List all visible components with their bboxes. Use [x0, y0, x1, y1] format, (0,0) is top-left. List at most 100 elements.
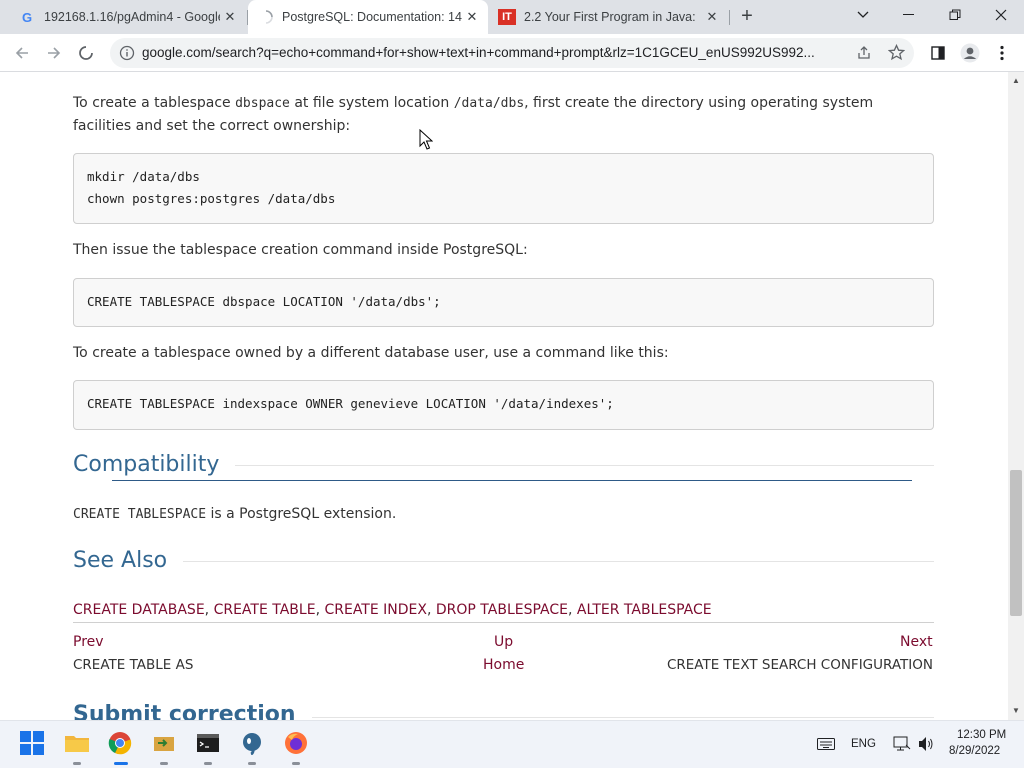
scrollbar-thumb[interactable] [1010, 470, 1022, 616]
divider [73, 561, 934, 562]
up-link[interactable]: Up [494, 634, 513, 650]
separator: , [204, 602, 214, 618]
inline-code: CREATE TABLESPACE [73, 507, 207, 522]
terminal-icon[interactable] [196, 731, 222, 757]
chrome-icon[interactable] [108, 731, 134, 757]
clock-date[interactable]: 8/29/2022 [949, 745, 1000, 757]
text: To create a tablespace [73, 95, 236, 111]
kebab-menu-icon [1000, 45, 1004, 61]
paragraph: CREATE TABLESPACE is a PostgreSQL extens… [73, 503, 935, 526]
tab-pgadmin[interactable]: G 192168.1.16/pgAdmin4 - Google ✕ [10, 0, 246, 34]
next-link[interactable]: Next [900, 634, 933, 650]
text: is a PostgreSQL extension. [206, 506, 397, 522]
separator: , [426, 602, 436, 618]
url-text: google.com/search?q=echo+command+for+sho… [142, 45, 815, 60]
windows-taskbar: ENG 12:30 PM 8/29/2022 [0, 720, 1024, 768]
keyboard-icon[interactable] [817, 737, 835, 755]
svg-text:G: G [22, 10, 32, 24]
see-also-links: CREATE DATABASE, CREATE TABLE, CREATE IN… [73, 599, 935, 622]
tab-search-button[interactable] [840, 0, 886, 30]
side-panel-button[interactable] [924, 39, 952, 67]
code-block-create-tablespace-owner: CREATE TABLESPACE indexspace OWNER genev… [73, 380, 934, 430]
close-icon[interactable]: ✕ [222, 9, 238, 25]
separator: , [568, 602, 577, 618]
compatibility-heading: Compatibility [73, 452, 236, 477]
language-indicator[interactable]: ENG [851, 738, 876, 750]
profile-button[interactable] [956, 39, 984, 67]
paragraph: To create a tablespace dbspace at file s… [73, 92, 935, 138]
tab-title: 192168.1.16/pgAdmin4 - Google [44, 10, 220, 24]
close-window-button[interactable] [978, 0, 1024, 30]
focus-underline [112, 480, 912, 481]
text: at file system location [289, 95, 454, 111]
running-indicator [73, 762, 81, 765]
tab-title: PostgreSQL: Documentation: 14 [282, 10, 462, 24]
browser-toolbar: google.com/search?q=echo+command+for+sho… [0, 34, 1024, 72]
link-create-index[interactable]: CREATE INDEX [324, 602, 427, 618]
windows-logo-icon [20, 731, 44, 755]
address-bar[interactable]: google.com/search?q=echo+command+for+sho… [110, 38, 914, 68]
prev-page-title: CREATE TABLE AS [73, 657, 194, 673]
minimize-button[interactable] [886, 0, 932, 30]
menu-button[interactable] [988, 39, 1016, 67]
loading-spinner-icon [258, 9, 274, 25]
star-icon[interactable] [887, 43, 906, 66]
tab-strip: G 192168.1.16/pgAdmin4 - Google ✕ Postgr… [0, 0, 1024, 34]
inline-code: dbspace [235, 96, 290, 111]
running-indicator [160, 762, 168, 765]
paragraph: To create a tablespace owned by a differ… [73, 345, 669, 361]
clock-time[interactable]: 12:30 PM [957, 729, 1006, 741]
back-button[interactable] [8, 39, 36, 67]
mouse-cursor-icon [419, 128, 434, 156]
running-indicator [248, 762, 256, 765]
info-icon[interactable] [119, 45, 135, 61]
code-block-create-tablespace: CREATE TABLESPACE dbspace LOCATION '/dat… [73, 278, 934, 327]
link-create-database[interactable]: CREATE DATABASE [73, 602, 205, 618]
new-tab-button[interactable]: + [735, 6, 759, 28]
avatar-icon [960, 43, 980, 63]
link-alter-tablespace[interactable]: ALTER TABLESPACE [577, 602, 712, 618]
tab-title: 2.2 Your First Program in Java: Pri [524, 10, 700, 24]
close-icon [995, 9, 1007, 21]
network-icon[interactable] [893, 736, 911, 757]
tab-divider [729, 10, 730, 25]
submit-correction-heading: Submit correction [73, 702, 312, 720]
start-button[interactable] [20, 731, 46, 757]
restore-icon [949, 9, 961, 20]
forward-button[interactable] [40, 39, 68, 67]
scroll-down-arrow-icon[interactable]: ▼ [1012, 706, 1020, 715]
it-logo-icon: IT [498, 9, 516, 25]
link-drop-tablespace[interactable]: DROP TABLESPACE [436, 602, 568, 618]
google-icon: G [20, 9, 36, 25]
paragraph: Then issue the tablespace creation comma… [73, 242, 528, 258]
chevron-down-icon [857, 11, 869, 18]
tab-postgresql-docs[interactable]: PostgreSQL: Documentation: 14 ✕ [248, 0, 488, 34]
pgadmin-elephant-icon[interactable] [240, 731, 266, 757]
app-icon[interactable] [152, 731, 178, 757]
close-icon[interactable]: ✕ [464, 9, 480, 25]
stop-loading-button[interactable] [72, 39, 100, 67]
share-icon[interactable] [856, 45, 872, 66]
scroll-up-arrow-icon[interactable]: ▲ [1012, 76, 1020, 85]
page-content: To create a tablespace dbspace at file s… [0, 72, 1008, 720]
side-panel-icon [931, 46, 945, 60]
arrow-left-icon [15, 47, 28, 59]
loading-icon [79, 46, 93, 60]
link-create-table[interactable]: CREATE TABLE [214, 602, 316, 618]
restore-button[interactable] [932, 0, 978, 30]
firefox-icon[interactable] [284, 731, 310, 757]
volume-icon[interactable] [917, 736, 935, 757]
see-also-heading: See Also [73, 548, 184, 573]
minimize-icon [903, 14, 914, 15]
running-indicator [292, 762, 300, 765]
prev-link[interactable]: Prev [73, 634, 104, 650]
close-icon[interactable]: ✕ [704, 9, 720, 25]
tab-java-program[interactable]: IT 2.2 Your First Program in Java: Pri ✕ [490, 0, 728, 34]
file-explorer-icon[interactable] [64, 731, 90, 757]
inline-code: /data/dbs [453, 96, 525, 111]
nav-divider [73, 622, 934, 623]
vertical-scrollbar[interactable]: ▲ ▼ [1008, 72, 1024, 720]
arrow-right-icon [48, 47, 61, 59]
home-link[interactable]: Home [483, 657, 524, 673]
active-indicator [114, 762, 128, 765]
